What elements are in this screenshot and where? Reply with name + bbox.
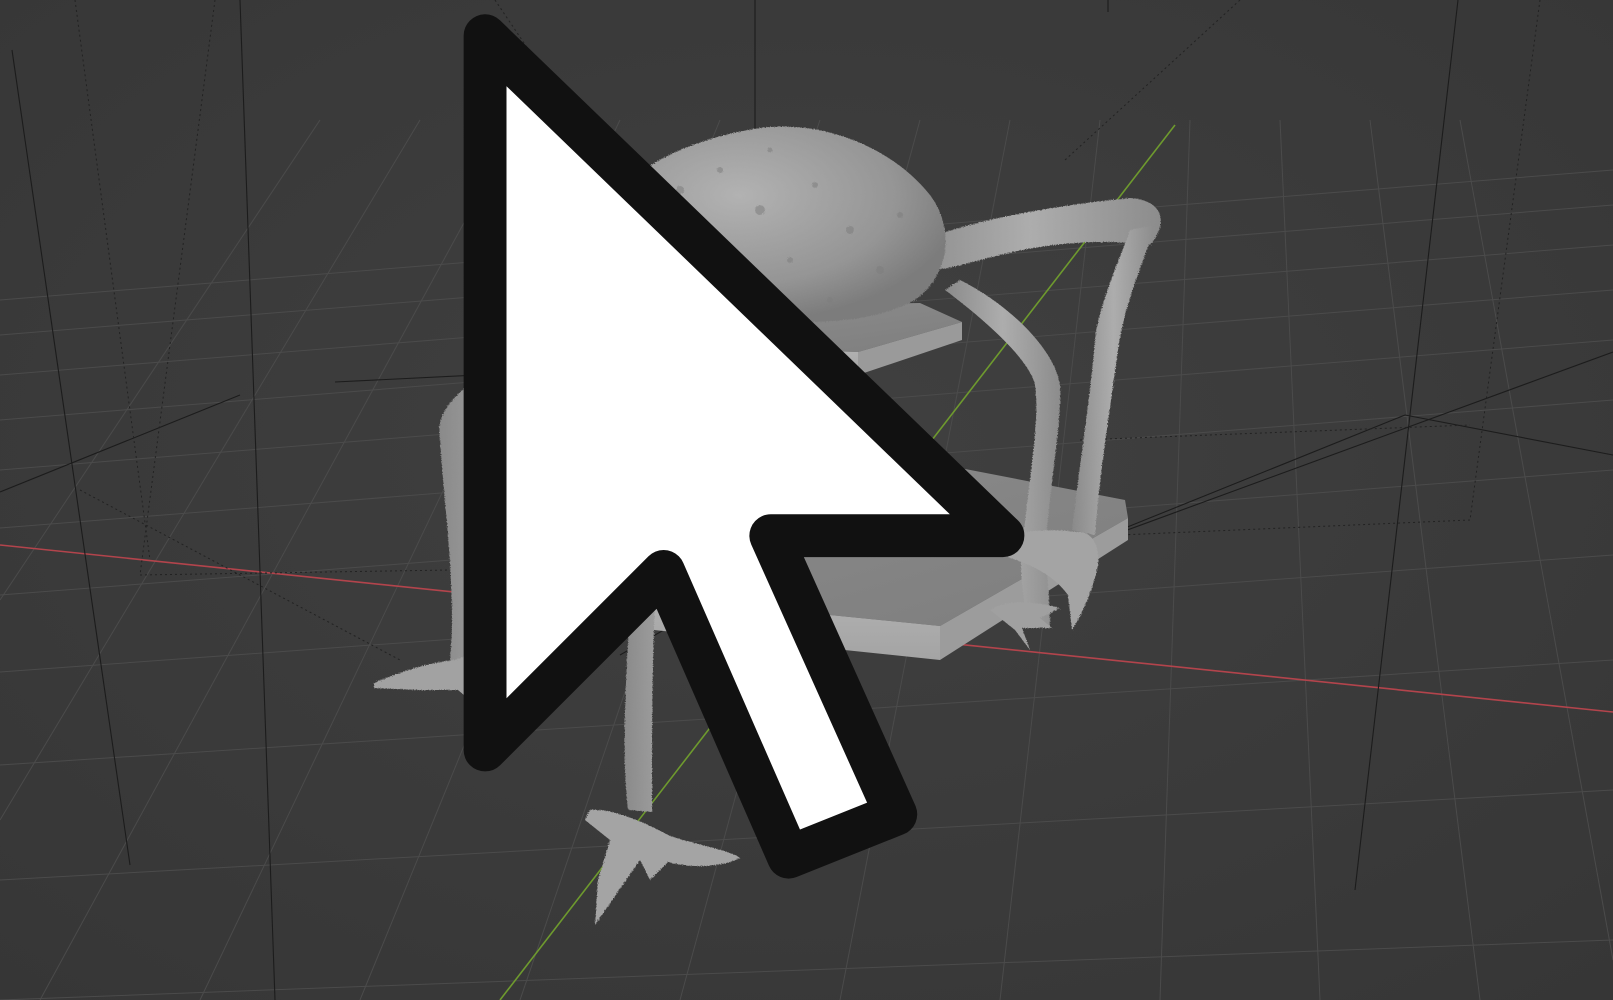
3d-viewport[interactable]: [0, 0, 1613, 1000]
center-cylinder-lower[interactable]: [765, 640, 815, 711]
viewport-canvas[interactable]: [0, 0, 1613, 1000]
object-origin-dot: [782, 510, 794, 522]
center-cylinder[interactable]: [762, 372, 812, 515]
